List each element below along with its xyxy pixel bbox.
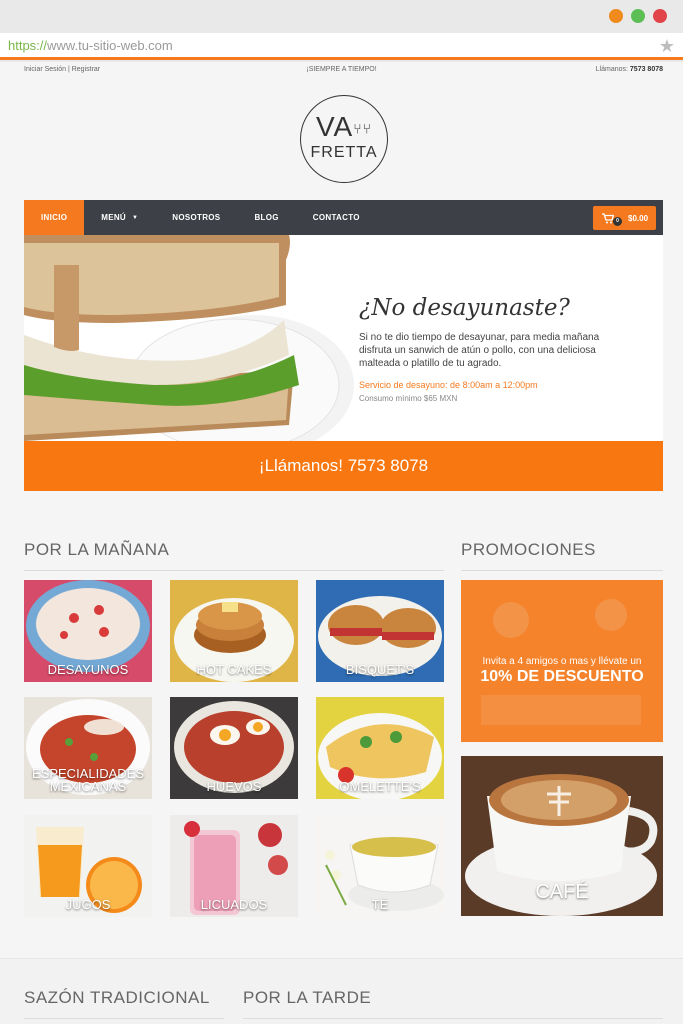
main-nav: INICIO MENÚ ▼ NOSOTROS BLOG CONTACTO 0 $… (24, 200, 663, 235)
menu-tile-te[interactable]: TÉ (316, 815, 444, 917)
hero-minimum: Consumo mínimo $65 MXN (359, 394, 458, 403)
divider (24, 570, 444, 571)
site-logo[interactable]: VA⑂⑂ FRETTA (300, 95, 388, 183)
hero-body: Si no te dio tiempo de desayunar, para m… (359, 332, 600, 369)
hero-text: ¿No desayunaste? Si no te dio tiempo de … (359, 295, 629, 403)
phone-label: Llámanos: (595, 66, 628, 73)
nav-item-menu[interactable]: MENÚ ▼ (84, 200, 155, 235)
tile-label: LICUADOS (200, 897, 268, 912)
tile-label: OMELETTE'S (339, 779, 421, 794)
menu-tile-desayunos[interactable]: DESAYUNOS (24, 580, 152, 682)
tile-label: HOT CAKES (196, 662, 272, 677)
window-controls (609, 9, 667, 23)
phone-info: Llámanos: 7573 8078 (596, 66, 663, 73)
section-title-traditional: SAZÓN TRADICIONAL (24, 988, 210, 1007)
promo-line-2: 10% DE DESCUENTO (480, 668, 644, 685)
maximize-dot[interactable] (631, 9, 645, 23)
cart-button[interactable]: 0 $0.00 (593, 206, 656, 230)
menu-tile-bisquets[interactable]: BISQUET'S (316, 580, 444, 682)
tile-label: BISQUET'S (345, 662, 415, 677)
cart-total: $0.00 (628, 213, 649, 223)
divider (461, 570, 663, 571)
close-dot[interactable] (653, 9, 667, 23)
cafe-banner[interactable]: CAFÉ (461, 756, 663, 916)
promo-discount-banner[interactable]: Invita a 4 amigos o mas y llévate un 10%… (461, 580, 663, 742)
utility-bar: Iniciar Sesión | Registrar ¡SIEMPRE A TI… (0, 62, 683, 78)
address-bar[interactable]: https:// www.tu-sitio-web.com ★ (0, 33, 683, 60)
hero-banner: ¿No desayunaste? Si no te dio tiempo de … (24, 235, 663, 441)
tagline: ¡SIEMPRE A TIEMPO! (306, 66, 377, 73)
logo-line-2: FRETTA (310, 143, 378, 161)
nav-item-menu-label: MENÚ (101, 213, 127, 222)
nav-item-blog[interactable]: BLOG (237, 200, 295, 235)
menu-tile-jugos[interactable]: JUGOS (24, 815, 152, 917)
promo-line-1: Invita a 4 amigos o mas y llévate un (482, 656, 642, 667)
cutlery-icon: ⑂⑂ (353, 120, 373, 137)
menu-tile-huevos[interactable]: HUEVOS (170, 697, 298, 799)
tile-label: JUGOS (65, 897, 111, 912)
url-scheme: https:// (8, 37, 48, 53)
menu-tile-especialidades[interactable]: ESPECIALIDADES MEXICANAS (24, 697, 152, 799)
logo-line-1: VA (315, 111, 354, 142)
minimize-dot[interactable] (609, 9, 623, 23)
hero-service-hours: Servicio de desayuno: de 8:00am a 12:00p… (359, 380, 538, 390)
menu-tile-omelettes[interactable]: OMELETTE'S (316, 697, 444, 799)
divider (243, 1018, 663, 1019)
tile-label: TÉ (371, 897, 389, 912)
browser-chrome: https:// www.tu-sitio-web.com ★ (0, 0, 683, 62)
menu-tile-hot-cakes[interactable]: HOT CAKES (170, 580, 298, 682)
sandwich-image (24, 235, 354, 441)
tile-label: HUEVOS (206, 779, 262, 794)
menu-tile-licuados[interactable]: LICUADOS (170, 815, 298, 917)
tile-label: ESPECIALIDADES MEXICANAS (32, 766, 144, 794)
nav-item-contacto[interactable]: CONTACTO (296, 200, 377, 235)
tile-label: DESAYUNOS (47, 662, 129, 677)
caret-down-icon: ▼ (132, 214, 139, 221)
cart-count-badge: 0 (613, 216, 622, 226)
section-title-afternoon: POR LA TARDE (243, 988, 372, 1007)
section-title-promos: PROMOCIONES (461, 540, 596, 559)
phone-number: 7573 8078 (629, 66, 663, 73)
hero-title: ¿No desayunaste? (359, 295, 570, 321)
url-host: www.tu-sitio-web.com (47, 37, 173, 53)
cafe-label: CAFÉ (535, 881, 589, 903)
section-title-morning: POR LA MAÑANA (24, 540, 170, 559)
call-banner[interactable]: ¡Llámanos! 7573 8078 (24, 441, 663, 491)
nav-item-nosotros[interactable]: NOSOTROS (155, 200, 237, 235)
bookmark-star-icon[interactable]: ★ (659, 36, 675, 57)
nav-item-inicio[interactable]: INICIO (24, 200, 85, 235)
divider (24, 1018, 224, 1019)
